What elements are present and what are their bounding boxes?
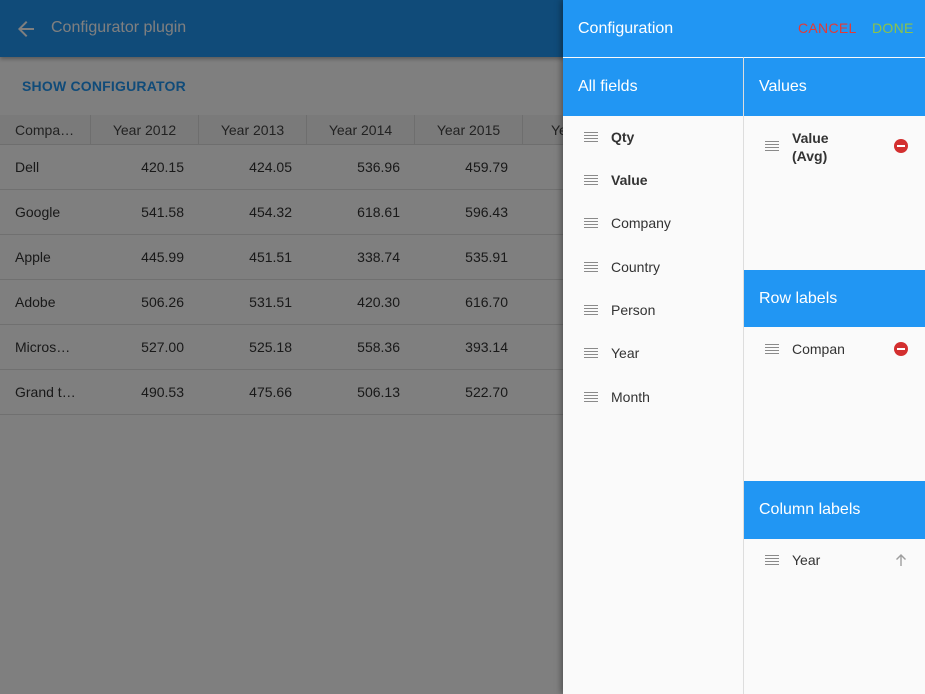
drawer-title: Configuration xyxy=(578,20,674,37)
row-labels-item-label: Compan xyxy=(792,341,845,357)
row-labels-item-company[interactable]: Compan xyxy=(563,340,908,360)
remove-icon[interactable] xyxy=(894,139,908,153)
drag-handle-icon[interactable] xyxy=(765,555,779,565)
all-fields-header: All fields xyxy=(563,58,743,116)
field-item-country[interactable]: Country xyxy=(563,249,743,285)
drag-handle-icon[interactable] xyxy=(584,305,598,315)
remove-icon[interactable] xyxy=(894,342,908,356)
column-labels-item-year[interactable]: Year xyxy=(563,551,906,571)
field-label: Company xyxy=(611,215,671,231)
drag-handle-icon[interactable] xyxy=(584,262,598,272)
column-labels-item-label: Year xyxy=(792,552,821,568)
drag-handle-icon[interactable] xyxy=(765,344,779,354)
row-labels-header: Row labels xyxy=(744,270,925,327)
column-labels-header: Column labels xyxy=(744,481,925,539)
drag-handle-icon[interactable] xyxy=(584,218,598,228)
field-label: Value xyxy=(611,172,648,188)
field-label: Country xyxy=(611,259,661,275)
cancel-button[interactable]: CANCEL xyxy=(798,20,857,36)
drag-handle-icon[interactable] xyxy=(584,392,598,402)
values-item-label: Value (Avg) xyxy=(792,130,829,164)
done-button[interactable]: DONE xyxy=(872,20,914,36)
field-item-month[interactable]: Month xyxy=(563,379,743,415)
field-label: Person xyxy=(611,302,656,318)
field-item-company[interactable]: Company xyxy=(563,205,743,241)
field-item-person[interactable]: Person xyxy=(563,292,743,328)
values-item-value-avg[interactable]: Value (Avg) xyxy=(563,128,908,168)
field-label: Month xyxy=(611,389,650,405)
values-header: Values xyxy=(744,58,925,116)
sort-arrow-up-icon[interactable] xyxy=(894,553,908,567)
configuration-drawer: Configuration CANCEL DONE All fields Val… xyxy=(563,0,925,694)
drawer-header: Configuration CANCEL DONE xyxy=(563,0,925,57)
drag-handle-icon[interactable] xyxy=(765,141,779,151)
drag-handle-icon[interactable] xyxy=(584,175,598,185)
